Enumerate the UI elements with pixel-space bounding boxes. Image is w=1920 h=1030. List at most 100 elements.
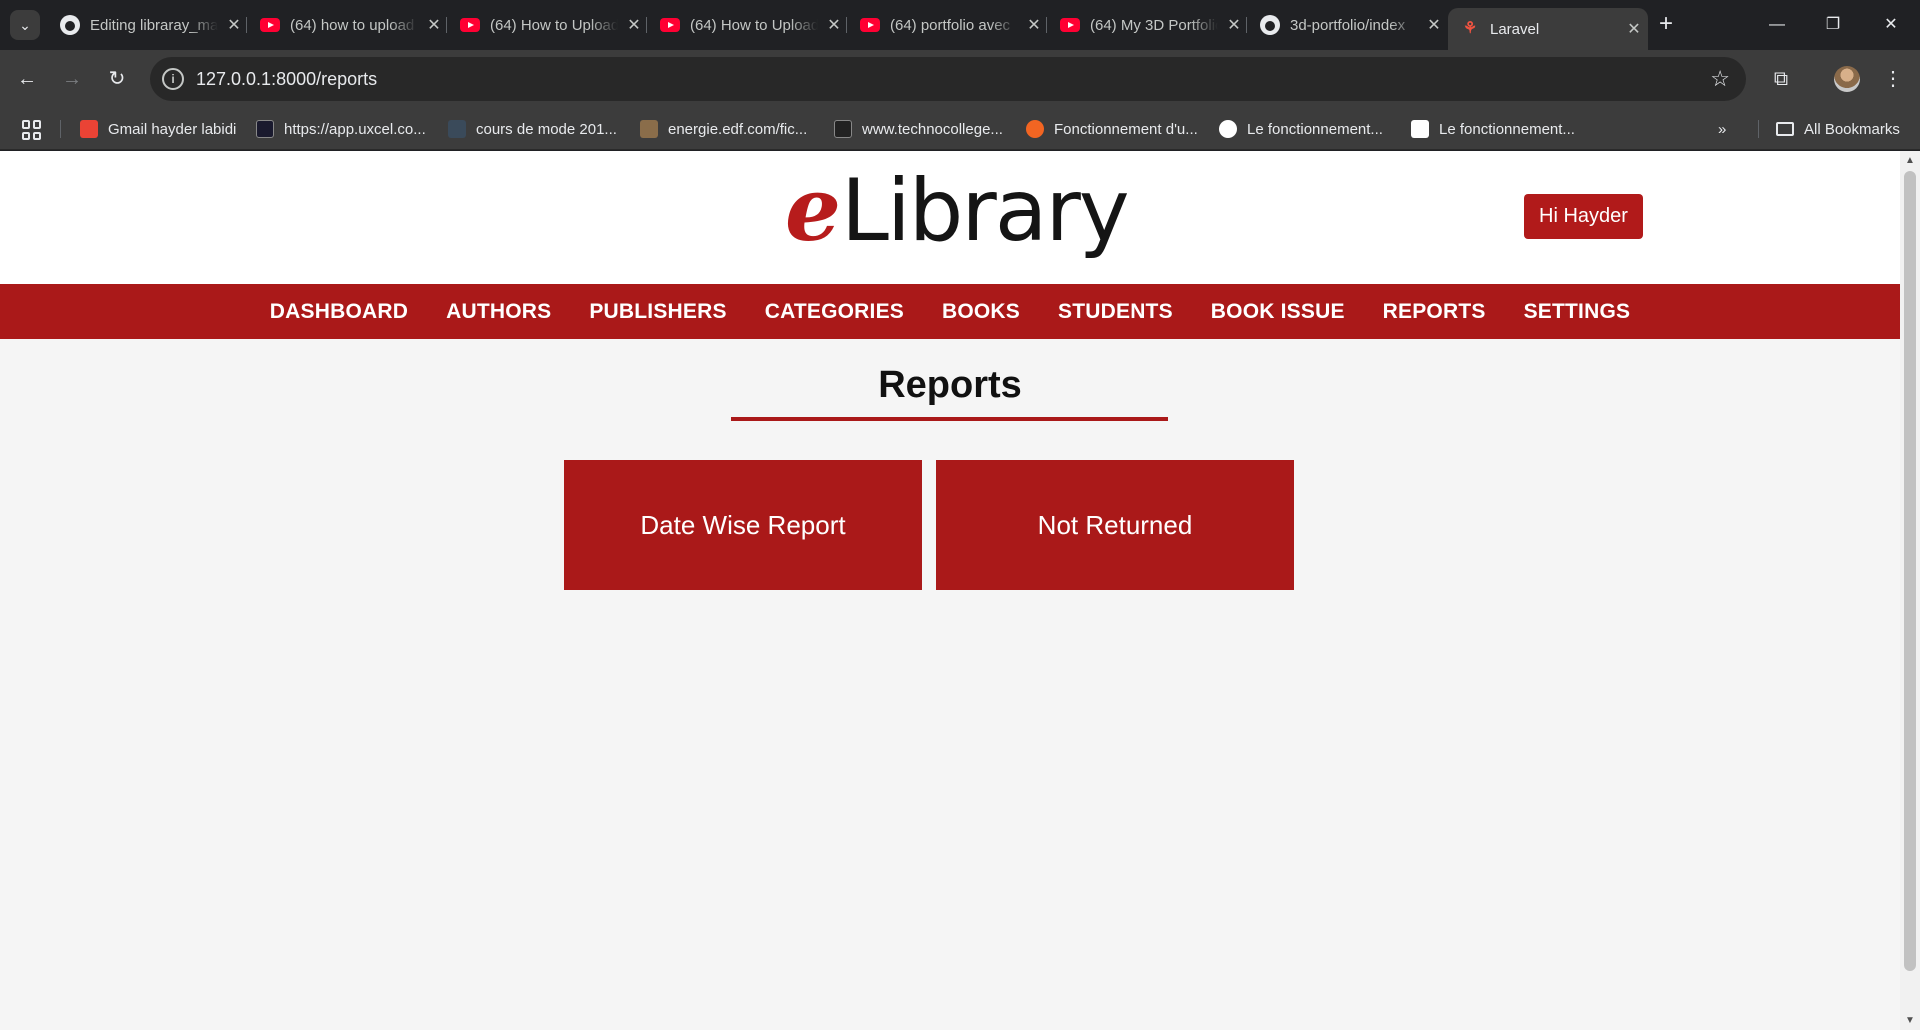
tab-title: (64) portfolio avec — [890, 16, 1011, 34]
youtube-icon — [460, 15, 480, 35]
laravel-icon: ⚘ — [1462, 20, 1478, 37]
date-wise-report-button[interactable]: Date Wise Report — [564, 460, 922, 590]
tab-search-button[interactable]: ⌄ — [10, 10, 40, 40]
tab-separator — [646, 17, 647, 33]
youtube-icon — [660, 15, 680, 35]
bookmark-item[interactable]: Fonctionnement d'u... — [1026, 119, 1198, 139]
page-title: Reports — [878, 364, 1022, 406]
tab-separator — [1246, 17, 1247, 33]
nav-reports[interactable]: REPORTS — [1383, 300, 1486, 324]
logo-e: e — [785, 157, 841, 261]
page-viewport: eLibrary Hi Hayder DASHBOARD AUTHORS PUB… — [0, 151, 1900, 1030]
tab-title: Editing libraray_management — [90, 16, 218, 34]
nav-book-issue[interactable]: BOOK ISSUE — [1211, 300, 1345, 324]
bookmark-label: energie.edf.com/fic... — [668, 120, 808, 138]
close-icon[interactable]: ✕ — [1024, 15, 1044, 35]
new-tab-button[interactable]: + — [1651, 10, 1681, 40]
all-bookmarks-button[interactable]: All Bookmarks — [1776, 119, 1900, 139]
not-returned-button[interactable]: Not Returned — [936, 460, 1294, 590]
bookmark-item[interactable]: Gmail hayder labidi — [80, 119, 236, 139]
site-icon — [1219, 120, 1237, 138]
tab-title: 3d-portfolio/index — [1290, 16, 1406, 34]
tab-3[interactable]: (64) How to Upload ✕ — [648, 8, 848, 42]
site-icon — [640, 120, 658, 138]
uxcel-icon — [256, 120, 274, 138]
tab-title: (64) How to Upload — [490, 16, 618, 34]
more-bookmarks-icon[interactable]: » — [1718, 119, 1726, 139]
chevron-down-icon: ⌄ — [19, 16, 31, 33]
minimize-icon[interactable]: — — [1757, 8, 1797, 42]
bookmark-label: Fonctionnement d'u... — [1054, 120, 1198, 138]
bookmark-item[interactable]: cours de mode 201... — [448, 119, 617, 139]
bookmark-separator — [60, 120, 61, 138]
tab-5[interactable]: (64) My 3D Portfolio ✕ — [1048, 8, 1248, 42]
bookmark-item[interactable]: Le fonctionnement... — [1219, 119, 1383, 139]
bookmark-item[interactable]: energie.edf.com/fic... — [640, 119, 807, 139]
nav-students[interactable]: STUDENTS — [1058, 300, 1173, 324]
scrollbar-thumb[interactable] — [1904, 171, 1916, 971]
close-icon[interactable]: ✕ — [224, 15, 244, 35]
tab-strip: ⌄ Editing libraray_management ✕ (64) how… — [0, 0, 1920, 50]
github-icon — [1260, 15, 1280, 35]
address-bar[interactable]: i 127.0.0.1:8000/reports ☆ — [150, 57, 1746, 101]
bookmark-label: www.technocollege... — [862, 120, 1003, 138]
tab-separator — [246, 17, 247, 33]
nav-publishers[interactable]: PUBLISHERS — [589, 300, 726, 324]
close-icon[interactable]: ✕ — [1624, 19, 1644, 39]
close-icon[interactable]: ✕ — [1424, 15, 1444, 35]
bookmark-item[interactable]: Le fonctionnement... — [1411, 119, 1575, 139]
reload-icon[interactable]: ↻ — [102, 64, 132, 94]
profile-avatar[interactable] — [1834, 66, 1860, 92]
close-icon[interactable]: ✕ — [824, 15, 844, 35]
tab-2[interactable]: (64) How to Upload ✕ — [448, 8, 648, 42]
nav-authors[interactable]: AUTHORS — [446, 300, 551, 324]
close-icon[interactable]: ✕ — [624, 15, 644, 35]
title-underline — [731, 417, 1168, 421]
tab-separator — [846, 17, 847, 33]
bookmark-label: Le fonctionnement... — [1439, 120, 1575, 138]
bookmark-separator — [1758, 120, 1759, 138]
nav-dashboard[interactable]: DASHBOARD — [270, 300, 408, 324]
tab-6[interactable]: 3d-portfolio/index ✕ — [1248, 8, 1448, 42]
menu-kebab-icon[interactable]: ⋮ — [1878, 64, 1908, 94]
site-icon — [1026, 120, 1044, 138]
bookmark-label: https://app.uxcel.co... — [284, 120, 426, 138]
bookmark-label: Le fonctionnement... — [1247, 120, 1383, 138]
youtube-icon — [860, 15, 880, 35]
restore-icon[interactable]: ❐ — [1813, 8, 1853, 42]
tab-7-active[interactable]: ⚘ Laravel ✕ — [1448, 8, 1648, 50]
scroll-up-icon[interactable]: ▲ — [1905, 155, 1915, 166]
tab-1[interactable]: (64) how to upload ✕ — [248, 8, 448, 42]
scroll-down-icon[interactable]: ▼ — [1905, 1015, 1915, 1026]
nav-settings[interactable]: SETTINGS — [1524, 300, 1631, 324]
bookmark-star-icon[interactable]: ☆ — [1710, 66, 1730, 92]
bookmark-label: Gmail hayder labidi — [108, 120, 237, 138]
nav-categories[interactable]: CATEGORIES — [765, 300, 904, 324]
close-icon[interactable]: ✕ — [1224, 15, 1244, 35]
forward-icon[interactable]: → — [57, 64, 87, 94]
tab-4[interactable]: (64) portfolio avec ✕ — [848, 8, 1048, 42]
extensions-icon[interactable]: ⧉ — [1766, 64, 1796, 94]
bookmarks-bar: Gmail hayder labidi https://app.uxcel.co… — [0, 108, 1920, 150]
gmail-icon — [80, 120, 98, 138]
window-close-icon[interactable]: ✕ — [1871, 8, 1911, 42]
close-icon[interactable]: ✕ — [424, 15, 444, 35]
page-scrollbar[interactable]: ▲ ▼ — [1900, 151, 1920, 1030]
github-icon — [60, 15, 80, 35]
nav-books[interactable]: BOOKS — [942, 300, 1020, 324]
logo-text: Library — [841, 161, 1130, 261]
apps-grid-icon[interactable] — [22, 120, 42, 140]
site-icon — [1411, 120, 1429, 138]
tab-title: (64) How to Upload — [690, 16, 818, 34]
bookmark-item[interactable]: www.technocollege... — [834, 119, 1003, 139]
youtube-icon — [260, 15, 280, 35]
bookmark-item[interactable]: https://app.uxcel.co... — [256, 119, 426, 139]
tab-title: (64) My 3D Portfolio — [1090, 16, 1218, 34]
main-nav: DASHBOARD AUTHORS PUBLISHERS CATEGORIES … — [0, 284, 1900, 339]
user-greeting-button[interactable]: Hi Hayder — [1524, 194, 1643, 239]
tab-0[interactable]: Editing libraray_management ✕ — [48, 8, 248, 42]
bookmark-label: cours de mode 201... — [476, 120, 617, 138]
site-info-icon[interactable]: i — [162, 68, 184, 90]
site-logo[interactable]: eLibrary — [785, 157, 1130, 267]
back-icon[interactable]: ← — [12, 64, 42, 94]
